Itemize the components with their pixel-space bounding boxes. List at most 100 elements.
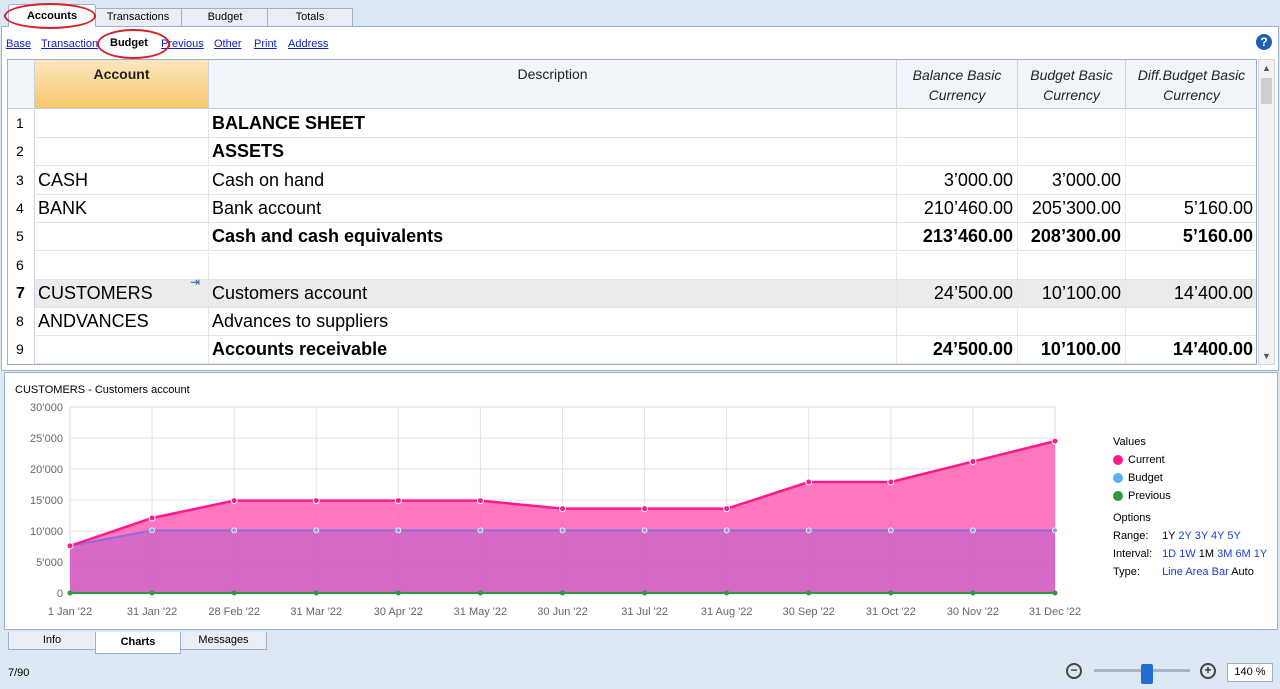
range-option-4y[interactable]: 4Y [1211,530,1224,542]
tab-totals[interactable]: Totals [267,8,353,26]
range-option-1y[interactable]: 1Y [1162,530,1175,542]
cell-account[interactable]: CUSTOMERS [35,279,209,308]
column-header-description[interactable]: Description [209,60,897,109]
row-number[interactable]: 3 [8,166,35,195]
cell-account[interactable]: BANK [35,194,209,223]
interval-option-1d[interactable]: 1D [1162,548,1176,560]
cell-balance[interactable]: 213’460.00 [897,223,1018,252]
row-number[interactable]: 5 [8,223,35,252]
cell-description[interactable]: Customers account [209,279,897,308]
cell-description[interactable]: ASSETS [209,138,897,167]
type-option-bar[interactable]: Bar [1212,566,1229,578]
interval-option-1w[interactable]: 1W [1179,548,1196,560]
cell-balance[interactable] [897,251,1018,280]
range-option-5y[interactable]: 5Y [1227,530,1240,542]
cell-account[interactable] [35,138,209,167]
scroll-thumb[interactable] [1261,78,1272,104]
column-header-account[interactable]: Account [35,60,209,109]
cell-diff-budget[interactable] [1126,167,1256,195]
tab-messages[interactable]: Messages [180,632,267,650]
row-number[interactable]: 1 [8,110,35,138]
legend-item-budget[interactable]: Budget [1113,469,1273,487]
column-header-balance[interactable]: Balance Basic Currency [897,60,1018,109]
cell-budget[interactable]: 10’100.00 [1018,336,1126,364]
scroll-down-icon[interactable]: ▼ [1259,348,1274,364]
table-row[interactable]: 4 BANK Bank account 210’460.00 205’300.00 5’1… [8,194,1256,223]
tab-accounts[interactable]: Accounts [8,4,96,27]
cell-diff-budget[interactable]: 14’400.00 [1126,336,1256,364]
cell-budget[interactable] [1018,110,1126,138]
interval-option-3m[interactable]: 3M [1217,548,1232,560]
cell-diff-budget[interactable]: 5’160.00 [1126,195,1256,223]
view-print[interactable]: Print [254,38,277,50]
tab-charts[interactable]: Charts [95,632,181,654]
cell-balance[interactable]: 24’500.00 [897,336,1018,364]
row-link-icon[interactable]: ⇥ [190,276,200,288]
row-number[interactable]: 8 [8,308,35,337]
cell-diff-budget[interactable] [1126,308,1256,336]
view-other[interactable]: Other [214,38,242,50]
cell-budget[interactable]: 10’100.00 [1018,279,1126,308]
table-row[interactable]: 9 Accounts receivable 24’500.00 10’100.00 14… [8,336,1256,364]
cell-balance[interactable]: 3’000.00 [897,166,1018,195]
range-option-3y[interactable]: 3Y [1195,530,1208,542]
column-header-budget[interactable]: Budget Basic Currency [1018,60,1126,109]
cell-diff-budget[interactable] [1126,110,1256,138]
cell-budget[interactable] [1018,138,1126,167]
cell-description[interactable]: Cash on hand [209,166,897,195]
cell-description[interactable]: BALANCE SHEET [209,110,897,138]
row-number[interactable]: 6 [8,251,35,280]
zoom-slider-thumb[interactable] [1141,664,1153,684]
interval-option-1y[interactable]: 1Y [1254,548,1267,560]
table-row[interactable]: 8 ANDVANCES Advances to suppliers [8,308,1256,337]
zoom-in-icon[interactable]: + [1200,663,1216,679]
view-budget[interactable]: Budget [110,37,148,49]
tab-info[interactable]: Info [8,632,96,650]
cell-balance[interactable] [897,110,1018,138]
tab-transactions[interactable]: Transactions [94,8,182,26]
zoom-out-icon[interactable]: − [1066,663,1082,679]
row-number[interactable]: 9 [8,336,35,364]
row-number[interactable]: 2 [8,138,35,167]
cell-diff-budget[interactable] [1126,252,1256,280]
scroll-up-icon[interactable]: ▲ [1259,60,1274,76]
cell-account[interactable]: CASH [35,166,209,195]
legend-item-previous[interactable]: Previous [1113,487,1273,505]
cell-balance[interactable]: 210’460.00 [897,194,1018,223]
cell-budget[interactable]: 3’000.00 [1018,166,1126,195]
type-option-auto[interactable]: Auto [1231,566,1254,578]
interval-option-6m[interactable]: 6M [1235,548,1250,560]
cell-account[interactable] [35,336,209,364]
table-row[interactable]: 1 BALANCE SHEET [8,110,1256,138]
cell-budget[interactable] [1018,251,1126,280]
table-row[interactable]: 7 CUSTOMERS Customers account 24’500.00 10’1… [8,276,1256,308]
cell-description[interactable]: Accounts receivable [209,336,897,364]
cell-account[interactable] [35,110,209,138]
cell-account[interactable] [35,251,209,280]
cell-diff-budget[interactable]: 5’160.00 [1126,223,1256,251]
cell-balance[interactable] [897,138,1018,167]
cell-budget[interactable] [1018,308,1126,337]
row-number[interactable]: 4 [8,194,35,223]
view-transaction[interactable]: Transaction [41,38,98,50]
interval-option-1m[interactable]: 1M [1199,548,1214,560]
table-row[interactable]: 5 Cash and cash equivalents 213’460.00 208’… [8,223,1256,252]
cell-balance[interactable]: 24’500.00 [897,279,1018,308]
cell-budget[interactable]: 208’300.00 [1018,223,1126,252]
cell-description[interactable]: Bank account [209,194,897,223]
column-header-diff-budget[interactable]: Diff.Budget Basic Currency [1126,60,1256,109]
cell-description[interactable] [209,251,897,280]
cell-diff-budget[interactable] [1126,138,1256,166]
cell-account[interactable]: ANDVANCES [35,308,209,337]
type-option-area[interactable]: Area [1185,566,1208,578]
range-option-2y[interactable]: 2Y [1178,530,1191,542]
view-base[interactable]: Base [6,38,31,50]
view-address[interactable]: Address [288,38,328,50]
cell-diff-budget[interactable]: 14’400.00 [1126,280,1256,308]
help-icon[interactable]: ? [1256,34,1272,50]
legend-item-current[interactable]: Current [1113,451,1273,469]
cell-balance[interactable] [897,308,1018,337]
type-option-line[interactable]: Line [1162,566,1183,578]
zoom-level-field[interactable]: 140 % [1227,663,1273,682]
cell-description[interactable]: Cash and cash equivalents [209,223,897,252]
